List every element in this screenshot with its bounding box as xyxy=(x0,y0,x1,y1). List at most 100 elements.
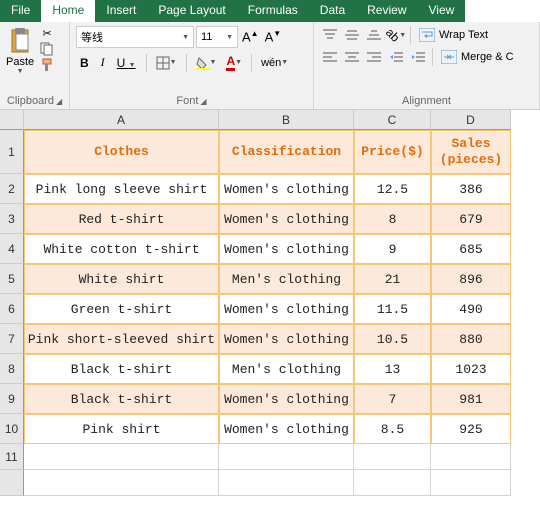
font-color-button[interactable]: A▼ xyxy=(223,52,245,73)
cell[interactable] xyxy=(24,444,219,470)
cell[interactable]: 386 xyxy=(431,174,511,204)
align-middle-button[interactable] xyxy=(342,26,362,44)
decrease-indent-button[interactable] xyxy=(386,48,406,66)
tab-home[interactable]: Home xyxy=(41,0,95,22)
align-top-button[interactable] xyxy=(320,26,340,44)
tab-insert[interactable]: Insert xyxy=(95,0,147,22)
wrap-text-button[interactable]: Wrap Text xyxy=(415,26,492,44)
cell[interactable]: 925 xyxy=(431,414,511,444)
merge-center-button[interactable]: Merge & C xyxy=(437,48,518,66)
cell[interactable]: White cotton t-shirt xyxy=(24,234,219,264)
cell[interactable]: Sales(pieces) xyxy=(431,130,511,174)
col-header-D[interactable]: D xyxy=(431,110,511,130)
cell[interactable]: Women's clothing xyxy=(219,174,354,204)
cell[interactable]: Green t-shirt xyxy=(24,294,219,324)
row-header-3[interactable]: 3 xyxy=(0,204,24,234)
cell[interactable]: White shirt xyxy=(24,264,219,294)
align-left-button[interactable] xyxy=(320,48,340,66)
row-header-6[interactable]: 6 xyxy=(0,294,24,324)
row-header-12[interactable] xyxy=(0,470,24,496)
tab-formulas[interactable]: Formulas xyxy=(237,0,309,22)
row-header-5[interactable]: 5 xyxy=(0,264,24,294)
col-header-B[interactable]: B xyxy=(219,110,354,130)
cell[interactable]: Women's clothing xyxy=(219,294,354,324)
cell[interactable]: 12.5 xyxy=(354,174,431,204)
decrease-font-button[interactable]: A▼ xyxy=(263,29,284,44)
col-header-A[interactable]: A xyxy=(24,110,219,130)
cell[interactable]: Pink short-sleeved shirt xyxy=(24,324,219,354)
row-header-11[interactable]: 11 xyxy=(0,444,24,470)
cell[interactable]: 1023 xyxy=(431,354,511,384)
cell[interactable] xyxy=(431,444,511,470)
cell[interactable]: 880 xyxy=(431,324,511,354)
font-name-select[interactable]: 等线▼ xyxy=(76,26,194,48)
paste-button[interactable]: Paste ▼ xyxy=(6,26,34,75)
cell[interactable]: 7 xyxy=(354,384,431,414)
row-header-1[interactable]: 1 xyxy=(0,130,24,174)
row-header-10[interactable]: 10 xyxy=(0,414,24,444)
cell[interactable]: 490 xyxy=(431,294,511,324)
cell[interactable]: 13 xyxy=(354,354,431,384)
cell[interactable]: Men's clothing xyxy=(219,264,354,294)
row-header-8[interactable]: 8 xyxy=(0,354,24,384)
cell[interactable]: 21 xyxy=(354,264,431,294)
align-bottom-button[interactable] xyxy=(364,26,384,44)
col-header-C[interactable]: C xyxy=(354,110,431,130)
tab-data[interactable]: Data xyxy=(309,0,356,22)
cell[interactable] xyxy=(354,444,431,470)
cell[interactable]: Pink long sleeve shirt xyxy=(24,174,219,204)
cell[interactable]: Women's clothing xyxy=(219,384,354,414)
cell[interactable]: Clothes xyxy=(24,130,219,174)
tab-review[interactable]: Review xyxy=(356,0,417,22)
cell[interactable]: Men's clothing xyxy=(219,354,354,384)
cell[interactable] xyxy=(431,470,511,496)
cell[interactable] xyxy=(354,470,431,496)
cell[interactable]: 685 xyxy=(431,234,511,264)
row-header-4[interactable]: 4 xyxy=(0,234,24,264)
row-header-9[interactable]: 9 xyxy=(0,384,24,414)
row-header-7[interactable]: 7 xyxy=(0,324,24,354)
copy-button[interactable] xyxy=(38,42,56,56)
cell[interactable]: Women's clothing xyxy=(219,414,354,444)
cell[interactable]: Pink shirt xyxy=(24,414,219,444)
phonetic-button[interactable]: wén▼ xyxy=(258,55,291,71)
orientation-button[interactable]: ab▼ xyxy=(386,26,406,44)
italic-button[interactable]: I xyxy=(97,53,109,72)
fill-color-button[interactable]: ▼ xyxy=(193,54,220,72)
row-header-2[interactable]: 2 xyxy=(0,174,24,204)
select-all-corner[interactable] xyxy=(0,110,24,130)
cell[interactable]: Women's clothing xyxy=(219,204,354,234)
cell[interactable] xyxy=(219,444,354,470)
border-button[interactable]: ▼ xyxy=(153,54,180,72)
cell[interactable]: 981 xyxy=(431,384,511,414)
cell[interactable]: Women's clothing xyxy=(219,324,354,354)
tab-view[interactable]: View xyxy=(418,0,466,22)
cell[interactable] xyxy=(219,470,354,496)
cell[interactable]: Black t-shirt xyxy=(24,354,219,384)
tab-page-layout[interactable]: Page Layout xyxy=(147,0,236,22)
align-right-button[interactable] xyxy=(364,48,384,66)
font-size-select[interactable]: 11▼ xyxy=(196,26,238,48)
column-header-row: A B C D xyxy=(0,110,540,130)
cell[interactable]: Black t-shirt xyxy=(24,384,219,414)
cell[interactable]: 9 xyxy=(354,234,431,264)
cell[interactable]: 10.5 xyxy=(354,324,431,354)
bold-button[interactable]: B xyxy=(76,54,93,72)
cell[interactable]: 679 xyxy=(431,204,511,234)
format-painter-button[interactable] xyxy=(38,58,56,72)
cell[interactable]: 8.5 xyxy=(354,414,431,444)
underline-button[interactable]: U ▼ xyxy=(113,54,140,72)
cell[interactable]: Classification xyxy=(219,130,354,174)
cell[interactable]: 11.5 xyxy=(354,294,431,324)
cell[interactable]: Women's clothing xyxy=(219,234,354,264)
cell[interactable]: 896 xyxy=(431,264,511,294)
cut-button[interactable]: ✂ xyxy=(38,26,56,40)
cell[interactable] xyxy=(24,470,219,496)
cell[interactable]: 8 xyxy=(354,204,431,234)
align-center-button[interactable] xyxy=(342,48,362,66)
increase-indent-button[interactable] xyxy=(408,48,428,66)
increase-font-button[interactable]: A▲ xyxy=(240,29,261,44)
tab-file[interactable]: File xyxy=(0,0,41,22)
cell[interactable]: Red t-shirt xyxy=(24,204,219,234)
cell[interactable]: Price($) xyxy=(354,130,431,174)
